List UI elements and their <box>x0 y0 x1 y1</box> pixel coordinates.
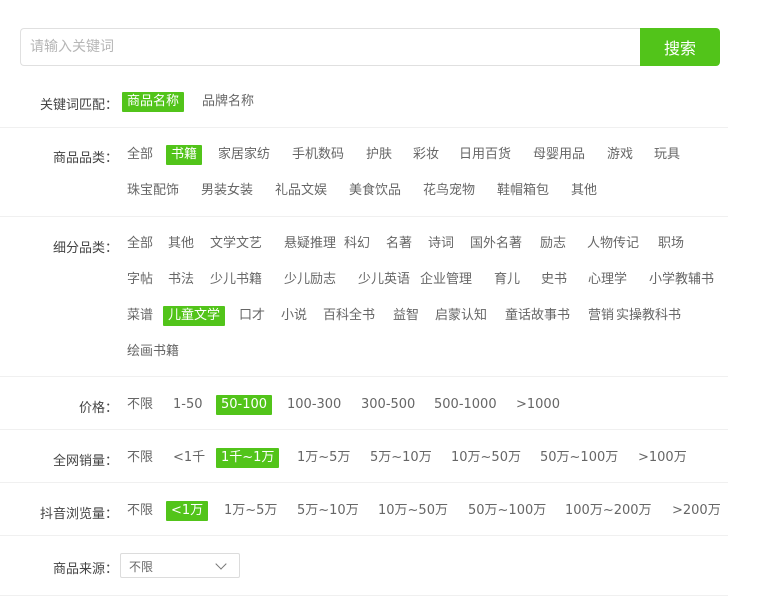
filter-option[interactable]: 科幻 <box>339 234 375 254</box>
filter-option[interactable]: 5万~10万 <box>292 501 364 521</box>
filter-option[interactable]: >100万 <box>633 448 692 468</box>
filter-option[interactable]: 1-50 <box>168 395 208 415</box>
filter-option[interactable]: >200万 <box>667 501 726 521</box>
filter-option[interactable]: 励志 <box>535 234 571 254</box>
filter-row-keyword-match: 关键词匹配： 商品名称 品牌名称 <box>0 80 728 128</box>
filter-option[interactable]: 母婴用品 <box>528 145 590 165</box>
filter-option[interactable]: 家居家纺 <box>213 145 275 165</box>
filter-option[interactable]: 300-500 <box>356 395 420 415</box>
keyword-match-label: 关键词匹配： <box>39 98 118 113</box>
filter-option[interactable]: 诗词 <box>423 234 459 254</box>
filter-option[interactable]: 史书 <box>536 270 572 290</box>
filter-option[interactable]: 小学教辅书 <box>644 270 719 290</box>
filter-option[interactable]: 书籍 <box>166 145 203 165</box>
search-bar: 搜索 <box>20 28 720 66</box>
search-button[interactable]: 搜索 <box>640 28 720 66</box>
category-label: 商品品类： <box>52 151 118 166</box>
filter-option[interactable]: 50-100 <box>216 395 273 415</box>
filter-option[interactable]: <1千 <box>168 448 210 468</box>
filter-option[interactable]: 人物传记 <box>582 234 644 254</box>
filter-row-price: 价格： 不限 1-50 50-100 100-300 300-500 500-1000 >10… <box>0 377 728 430</box>
filter-option[interactable]: 商品名称 <box>122 92 185 112</box>
filter-option[interactable]: 国外名著 <box>465 234 527 254</box>
views-label: 抖音浏览量： <box>39 507 118 522</box>
filter-option[interactable]: 50万~100万 <box>463 501 551 521</box>
filter-option[interactable]: 品牌名称 <box>197 92 259 112</box>
filter-row-source: 商品来源： <box>0 536 728 596</box>
filter-option[interactable]: 少儿书籍 <box>205 270 267 290</box>
filter-option[interactable]: 1万~5万 <box>292 448 355 468</box>
source-select-value: 不限 <box>129 560 154 574</box>
filter-option[interactable]: 悬疑推理 <box>279 234 341 254</box>
filter-option[interactable]: 礼品文娱 <box>270 181 332 201</box>
filter-option[interactable]: 口才 <box>234 306 270 326</box>
filter-option[interactable]: 500-1000 <box>429 395 502 415</box>
filter-option[interactable]: 菜谱 <box>122 306 158 326</box>
filter-option[interactable]: 珠宝配饰 <box>122 181 184 201</box>
filter-option[interactable]: 美食饮品 <box>344 181 406 201</box>
filter-option[interactable]: 少儿英语 <box>353 270 415 290</box>
sales-label: 全网销量： <box>52 454 118 469</box>
filter-option[interactable]: 手机数码 <box>287 145 349 165</box>
subcategory-label: 细分品类： <box>52 241 118 256</box>
filter-option[interactable]: 儿童文学 <box>163 306 226 326</box>
filter-option[interactable]: 企业管理 <box>415 270 477 290</box>
filter-option[interactable]: <1万 <box>166 501 209 521</box>
filter-option[interactable]: 启蒙认知 <box>430 306 492 326</box>
chevron-down-icon <box>215 558 227 570</box>
filter-option[interactable]: 游戏 <box>602 145 638 165</box>
filter-option[interactable]: 花鸟宠物 <box>418 181 480 201</box>
source-label: 商品来源： <box>52 562 118 577</box>
search-input[interactable] <box>20 28 640 66</box>
filter-option[interactable]: 100万~200万 <box>560 501 657 521</box>
filter-option[interactable]: 小说 <box>276 306 312 326</box>
filter-option[interactable]: 彩妆 <box>408 145 444 165</box>
filter-option[interactable]: 心理学 <box>583 270 632 290</box>
filter-option[interactable]: >1000 <box>511 395 565 415</box>
filter-option[interactable]: 名著 <box>381 234 417 254</box>
filter-option[interactable]: 实操教科书 <box>611 306 686 326</box>
filter-option[interactable]: 职场 <box>653 234 689 254</box>
filter-option[interactable]: 不限 <box>122 395 158 415</box>
filter-option[interactable]: 全部 <box>122 234 158 254</box>
filter-option[interactable]: 1千~1万 <box>216 448 280 468</box>
filter-option[interactable]: 护肤 <box>361 145 397 165</box>
filter-option[interactable]: 绘画书籍 <box>122 342 184 362</box>
source-select[interactable]: 不限 <box>120 553 240 578</box>
filter-option[interactable]: 日用百货 <box>454 145 516 165</box>
filter-option[interactable]: 50万~100万 <box>535 448 623 468</box>
filter-option[interactable]: 益智 <box>388 306 424 326</box>
filter-row-category: 商品品类： 全部 书籍 家居家纺 手机数码 护肤 彩妆 日用百货 母婴用品 游戏 玩具珠宝配饰 男装女… <box>0 128 728 217</box>
filter-option[interactable]: 字帖 <box>122 270 158 290</box>
filter-option[interactable]: 不限 <box>122 501 158 521</box>
filter-option[interactable]: 其他 <box>163 234 199 254</box>
filter-option[interactable]: 百科全书 <box>318 306 380 326</box>
price-label: 价格： <box>78 401 118 416</box>
filter-option[interactable]: 童话故事书 <box>500 306 575 326</box>
filter-option[interactable]: 育儿 <box>489 270 525 290</box>
filter-option[interactable]: 鞋帽箱包 <box>492 181 554 201</box>
filter-option[interactable]: 文学文艺 <box>205 234 267 254</box>
filter-option[interactable]: 全部 <box>122 145 158 165</box>
filter-option[interactable]: 少儿励志 <box>279 270 341 290</box>
filter-option[interactable]: 5万~10万 <box>365 448 437 468</box>
filter-option[interactable]: 男装女装 <box>196 181 258 201</box>
filter-option[interactable]: 1万~5万 <box>219 501 282 521</box>
filter-option[interactable]: 书法 <box>163 270 199 290</box>
filter-row-views: 抖音浏览量： 不限 <1万 1万~5万 5万~10万 10万~50万 50万~100万 100… <box>0 483 728 536</box>
filter-option[interactable]: 其他 <box>566 181 602 201</box>
filter-row-sales: 全网销量： 不限 <1千 1千~1万 1万~5万 5万~10万 10万~50万 50万~100… <box>0 430 728 483</box>
filter-option[interactable]: 10万~50万 <box>446 448 526 468</box>
filter-row-subcategory: 细分品类： 全部 其他 文学文艺 悬疑推理 科幻 名著 诗词 国外名著 励志 人物传记 职场 字帖 书法少… <box>0 217 728 377</box>
filter-option[interactable]: 不限 <box>122 448 158 468</box>
filter-option[interactable]: 100-300 <box>282 395 346 415</box>
filter-option[interactable]: 10万~50万 <box>373 501 453 521</box>
filter-option[interactable]: 玩具 <box>649 145 685 165</box>
